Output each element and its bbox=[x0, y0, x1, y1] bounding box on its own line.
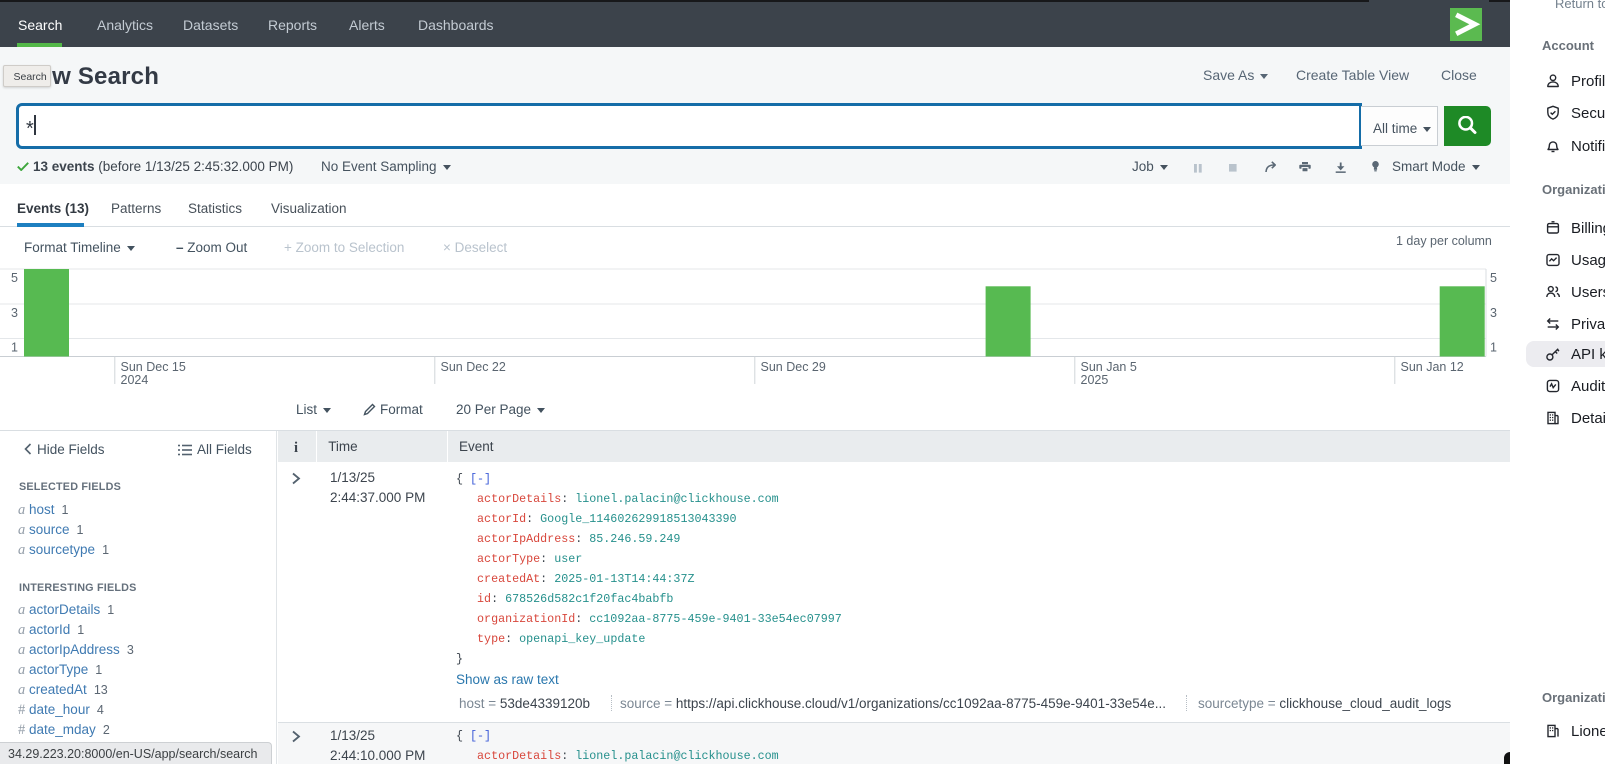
svg-text:1: 1 bbox=[1490, 341, 1497, 355]
svg-text:Sun Dec 29: Sun Dec 29 bbox=[761, 360, 826, 374]
svg-text:Sun Dec 22: Sun Dec 22 bbox=[441, 360, 506, 374]
svg-text:3: 3 bbox=[11, 306, 18, 320]
svg-text:Sun Jan 5: Sun Jan 5 bbox=[1081, 360, 1137, 374]
svg-text:5: 5 bbox=[1490, 271, 1497, 285]
svg-text:2025: 2025 bbox=[1081, 373, 1109, 387]
svg-text:3: 3 bbox=[1490, 306, 1497, 320]
svg-text:1: 1 bbox=[11, 341, 18, 355]
svg-text:5: 5 bbox=[11, 271, 18, 285]
svg-text:Sun Dec 15: Sun Dec 15 bbox=[121, 360, 186, 374]
svg-text:Sun Jan 12: Sun Jan 12 bbox=[1401, 360, 1464, 374]
svg-text:2024: 2024 bbox=[121, 373, 149, 387]
